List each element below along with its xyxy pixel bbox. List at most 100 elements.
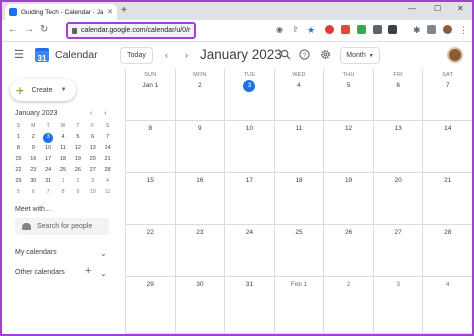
mini-day[interactable]: 8 xyxy=(56,188,71,198)
day-number[interactable]: 16 xyxy=(176,177,225,184)
sidepanel-icon[interactable] xyxy=(427,25,436,34)
day-number[interactable]: 5 xyxy=(324,82,373,89)
day-cell[interactable]: 15 xyxy=(126,173,176,225)
eye-icon[interactable]: ◉ xyxy=(276,24,283,36)
mini-day[interactable]: 12 xyxy=(70,144,85,154)
day-cell[interactable]: 19 xyxy=(324,173,374,225)
mini-day[interactable]: 5 xyxy=(11,188,26,198)
other-calendars-header[interactable]: Other calendars xyxy=(15,269,65,276)
mini-day[interactable]: 23 xyxy=(26,166,41,176)
day-number[interactable]: 17 xyxy=(225,177,274,184)
day-number[interactable]: Jan 1 xyxy=(126,82,175,89)
day-number[interactable]: 22 xyxy=(126,229,175,236)
close-window-icon[interactable]: ✕ xyxy=(457,4,464,13)
day-cell[interactable]: 25 xyxy=(274,225,325,277)
day-cell[interactable]: 4 xyxy=(423,277,472,334)
day-number[interactable]: 2 xyxy=(324,281,373,288)
day-cell[interactable]: WED 4 xyxy=(274,69,325,121)
day-cell[interactable]: Feb 1 xyxy=(274,277,325,334)
day-cell[interactable]: MON 2 xyxy=(175,69,226,121)
day-number[interactable]: 20 xyxy=(374,177,423,184)
day-number[interactable]: 12 xyxy=(324,125,373,132)
day-cell[interactable]: FRI 6 xyxy=(373,69,424,121)
mini-day[interactable]: 27 xyxy=(85,166,100,176)
browser-menu-icon[interactable]: ⋮ xyxy=(459,24,468,36)
day-number[interactable]: 25 xyxy=(275,229,324,236)
day-number[interactable]: 4 xyxy=(275,82,324,89)
day-cell[interactable]: 2 xyxy=(324,277,374,334)
day-cell[interactable]: 23 xyxy=(175,225,226,277)
day-number[interactable]: 14 xyxy=(423,125,472,132)
mini-day[interactable]: 14 xyxy=(100,144,115,154)
day-number[interactable]: Feb 1 xyxy=(275,281,324,288)
mini-day[interactable]: 18 xyxy=(56,155,71,165)
close-tab-icon[interactable]: ✕ xyxy=(107,8,113,16)
day-cell[interactable]: 31 xyxy=(225,277,275,334)
day-cell[interactable]: 29 xyxy=(126,277,176,334)
day-cell[interactable]: TUE 3 xyxy=(225,69,275,121)
day-number[interactable]: 27 xyxy=(374,229,423,236)
settings-gear-icon[interactable] xyxy=(320,49,331,60)
day-number[interactable]: 21 xyxy=(423,177,472,184)
day-number[interactable]: 7 xyxy=(423,82,472,89)
mini-day[interactable]: 20 xyxy=(85,155,100,165)
mini-day[interactable]: 25 xyxy=(56,166,71,176)
bookmark-star-icon[interactable]: ★ xyxy=(307,24,315,36)
mini-day[interactable]: 2 xyxy=(70,177,85,187)
mini-day[interactable]: 24 xyxy=(41,166,56,176)
day-cell[interactable]: 3 xyxy=(373,277,424,334)
mini-day[interactable]: 30 xyxy=(26,177,41,187)
day-number[interactable]: 9 xyxy=(176,125,225,132)
day-cell[interactable]: SUN Jan 1 xyxy=(126,69,176,121)
day-cell[interactable]: 9 xyxy=(175,121,226,173)
mini-day[interactable]: 7 xyxy=(41,188,56,198)
mini-day[interactable]: 6 xyxy=(85,133,100,143)
reload-icon[interactable]: ↻ xyxy=(40,24,48,36)
extensions-puzzle-icon[interactable]: ✱ xyxy=(413,24,421,36)
mini-day[interactable]: 4 xyxy=(100,177,115,187)
day-cell[interactable]: 24 xyxy=(225,225,275,277)
mini-day[interactable]: 2 xyxy=(26,133,41,143)
today-button[interactable]: Today xyxy=(120,47,153,64)
day-cell[interactable]: 22 xyxy=(126,225,176,277)
main-menu-icon[interactable]: ☰ xyxy=(14,50,24,61)
pocket-extension-icon[interactable] xyxy=(341,25,350,34)
green-extension-icon[interactable] xyxy=(357,25,366,34)
day-number[interactable]: 3 xyxy=(374,281,423,288)
day-number[interactable]: 15 xyxy=(126,177,175,184)
mini-day[interactable]: 16 xyxy=(26,155,41,165)
mini-day[interactable]: 26 xyxy=(70,166,85,176)
day-number[interactable]: 4 xyxy=(423,281,472,288)
day-number[interactable]: 13 xyxy=(374,125,423,132)
profile-avatar-icon[interactable] xyxy=(443,25,452,34)
account-avatar[interactable] xyxy=(447,47,463,63)
mini-day[interactable]: 7 xyxy=(100,133,115,143)
my-calendars-header[interactable]: My calendars xyxy=(15,249,57,256)
mini-day[interactable]: 1 xyxy=(56,177,71,187)
dark-extension-icon[interactable] xyxy=(388,25,397,34)
mini-previous-icon[interactable]: ‹ xyxy=(90,110,92,117)
new-tab-icon[interactable]: + xyxy=(121,5,127,17)
view-selector[interactable]: Month ▼ xyxy=(340,47,380,64)
mini-day[interactable]: 9 xyxy=(70,188,85,198)
search-icon[interactable] xyxy=(280,49,291,60)
forward-icon[interactable]: → xyxy=(24,24,34,36)
search-people-input[interactable]: Search for people xyxy=(15,218,109,235)
mini-day[interactable]: 5 xyxy=(70,133,85,143)
mini-day[interactable]: 11 xyxy=(56,144,71,154)
share-icon[interactable]: ⇪ xyxy=(292,24,299,36)
day-number[interactable]: 6 xyxy=(374,82,423,89)
day-cell[interactable]: 20 xyxy=(373,173,424,225)
day-cell[interactable]: 10 xyxy=(225,121,275,173)
mini-day[interactable]: 19 xyxy=(70,155,85,165)
day-cell[interactable]: 12 xyxy=(324,121,374,173)
mini-next-icon[interactable]: › xyxy=(104,110,106,117)
chevron-down-icon[interactable]: ⌄ xyxy=(100,270,107,278)
day-cell[interactable]: 28 xyxy=(423,225,472,277)
previous-month-icon[interactable]: ‹ xyxy=(165,50,168,60)
day-number[interactable]: 31 xyxy=(225,281,274,288)
mini-day[interactable]: 6 xyxy=(26,188,41,198)
next-month-icon[interactable]: › xyxy=(185,50,188,60)
mini-day[interactable]: 10 xyxy=(85,188,100,198)
day-number[interactable]: 2 xyxy=(176,82,225,89)
